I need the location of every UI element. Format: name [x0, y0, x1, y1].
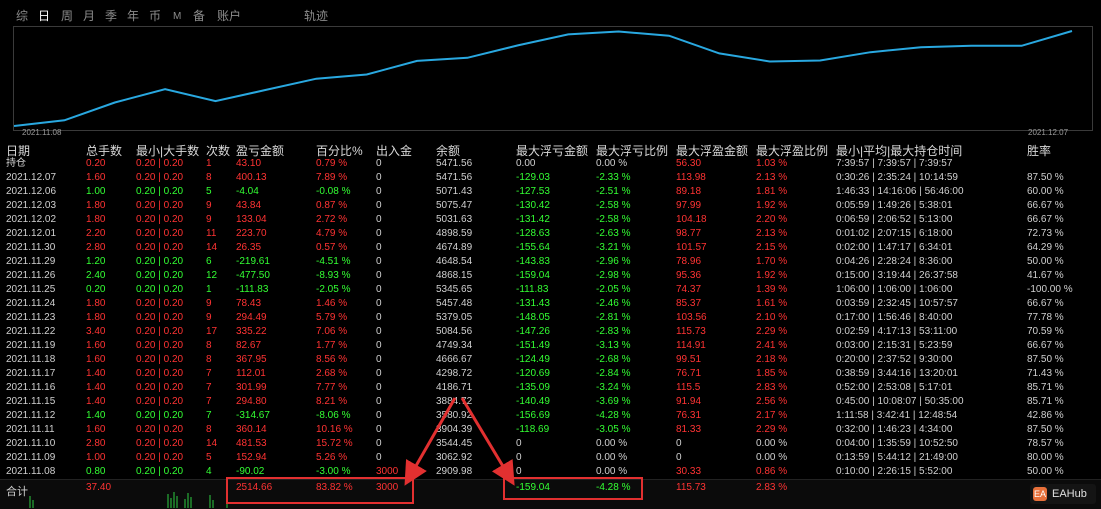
annotation-arrows — [404, 397, 515, 486]
arrow-to-profit — [404, 397, 457, 486]
eahub-logo: EA EAHub — [1030, 484, 1096, 504]
logo-mark-icon: EA — [1033, 487, 1047, 501]
arrow-to-drawdown — [460, 397, 515, 486]
logo-text: EAHub — [1052, 488, 1087, 500]
